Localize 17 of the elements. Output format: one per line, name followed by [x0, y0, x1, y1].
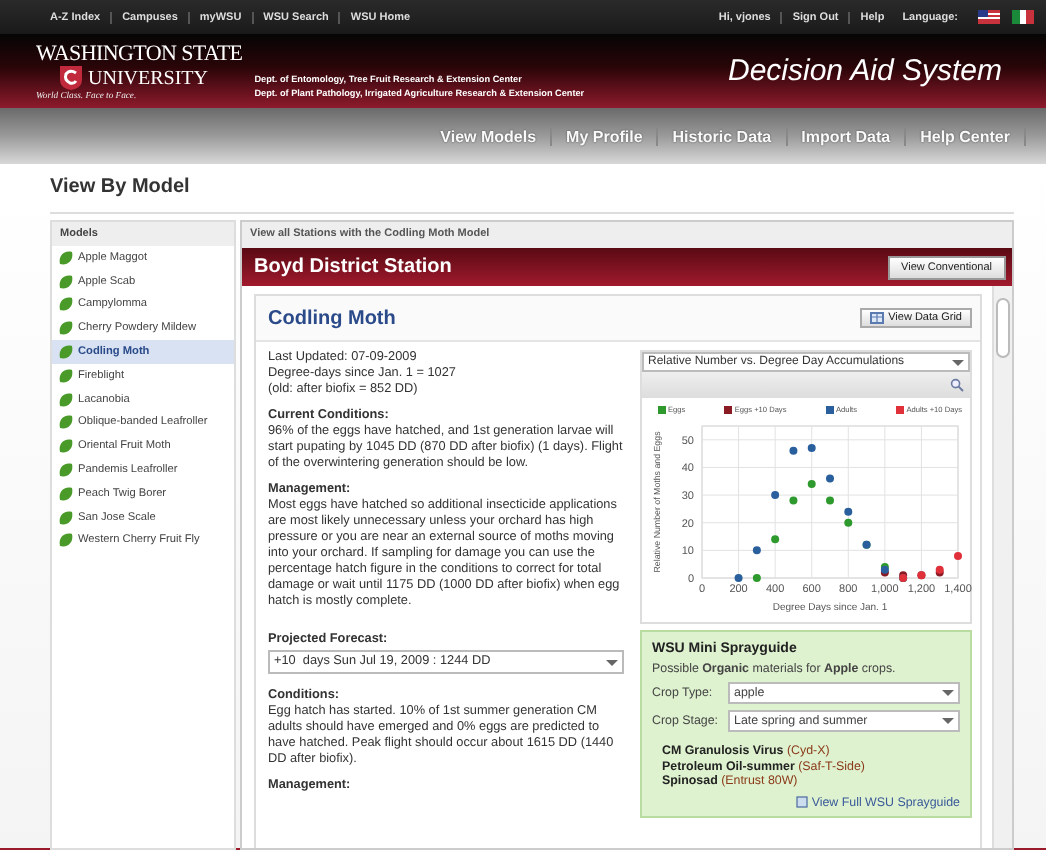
grid-icon	[870, 312, 885, 324]
logo-icon	[60, 66, 82, 90]
caret-icon	[942, 716, 954, 726]
caret-icon	[952, 357, 964, 367]
university-name: WASHINGTON STATE	[36, 42, 243, 66]
document-icon	[795, 796, 808, 808]
model-title: Codling Moth	[268, 307, 396, 329]
scrollbar[interactable]	[992, 286, 1012, 848]
page-title: View By Model	[50, 174, 192, 202]
station-name: Boyd District Station	[254, 256, 452, 278]
flag-icon[interactable]	[1012, 10, 1034, 24]
flag-icon[interactable]	[978, 10, 1000, 24]
search-icon[interactable]	[950, 378, 964, 392]
caret-icon	[942, 688, 954, 698]
caret-icon	[606, 657, 618, 667]
university-name: UNIVERSITY	[88, 67, 208, 89]
system-title: Decision Aid System	[728, 54, 1002, 88]
